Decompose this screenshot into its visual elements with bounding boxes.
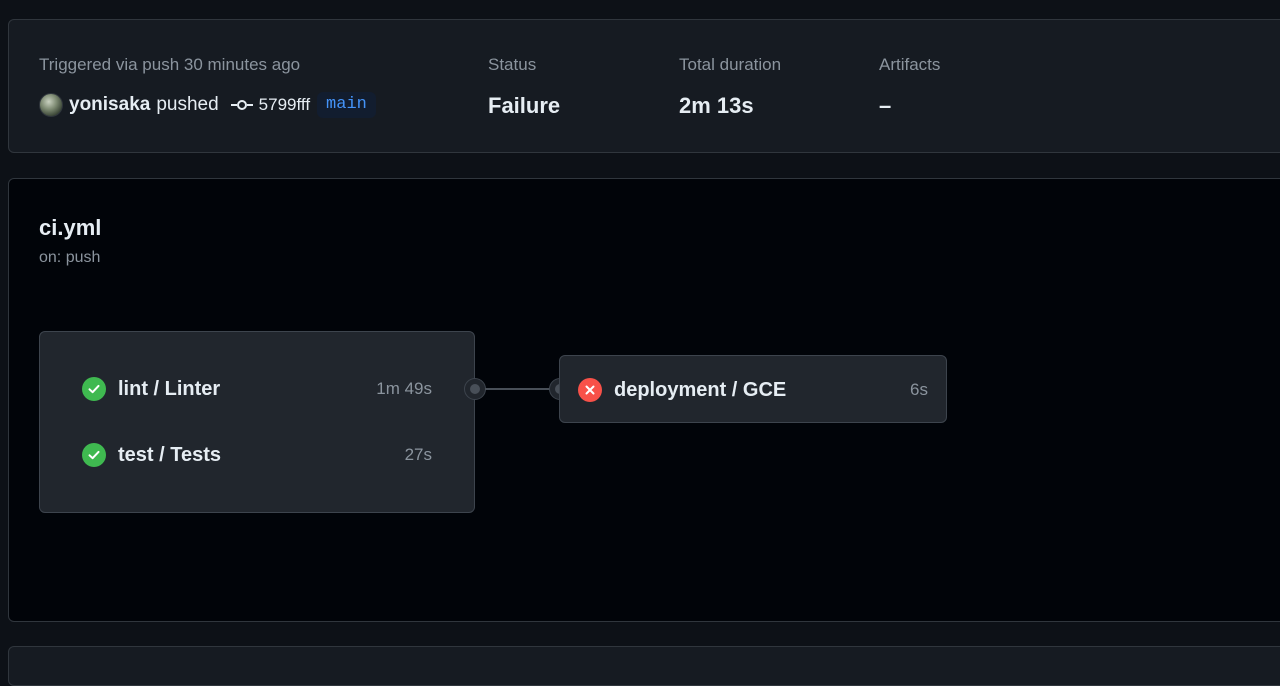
status-section: Status Failure [488,54,560,120]
artifacts-value: – [879,93,892,118]
check-circle-icon [82,377,106,401]
job-name: lint / Linter [118,377,221,400]
action-text: pushed [156,94,219,115]
status-label: Status [488,55,537,74]
job-name: deployment / GCE [614,378,787,401]
branch-badge[interactable]: main [317,92,376,118]
avatar[interactable] [39,93,63,117]
trigger-label: Triggered via push 30 minutes ago [39,55,301,74]
workflow-graph-panel: ci.yml on: push lint / Linter 1m 49s tes… [8,178,1280,622]
job-item-test[interactable]: test / Tests 27s [82,440,432,470]
graph-connector-line [485,388,551,390]
job-duration: 1m 49s [376,379,432,398]
job-group: lint / Linter 1m 49s test / Tests 27s [39,331,475,513]
trigger-details: yonisaka pushed 5799fff main [39,91,376,119]
status-value: Failure [488,93,561,118]
artifacts-label: Artifacts [879,55,941,74]
commit-sha-link[interactable]: 5799fff [259,95,310,115]
job-item-deployment[interactable]: deployment / GCE 6s [578,375,928,405]
graph-output-dot [465,379,485,399]
next-panel [8,646,1280,686]
x-circle-icon [578,378,602,402]
run-summary-panel: Triggered via push 30 minutes ago yonisa… [8,19,1280,153]
duration-value: 2m 13s [679,93,754,118]
job-item-lint[interactable]: lint / Linter 1m 49s [82,374,432,404]
duration-section: Total duration 2m 13s [679,54,781,120]
git-commit-icon [230,100,253,110]
workflow-trigger: on: push [39,249,101,266]
artifacts-section: Artifacts – [879,54,940,120]
actor-link[interactable]: yonisaka [69,94,150,116]
job-duration: 6s [910,380,928,399]
job-name: test / Tests [118,443,221,466]
duration-label: Total duration [679,55,782,74]
workflow-name[interactable]: ci.yml [39,215,101,241]
job-box-deployment: deployment / GCE 6s [559,355,947,423]
job-duration: 27s [404,445,432,464]
check-circle-icon [82,443,106,467]
trigger-section: Triggered via push 30 minutes ago yonisa… [39,54,376,119]
